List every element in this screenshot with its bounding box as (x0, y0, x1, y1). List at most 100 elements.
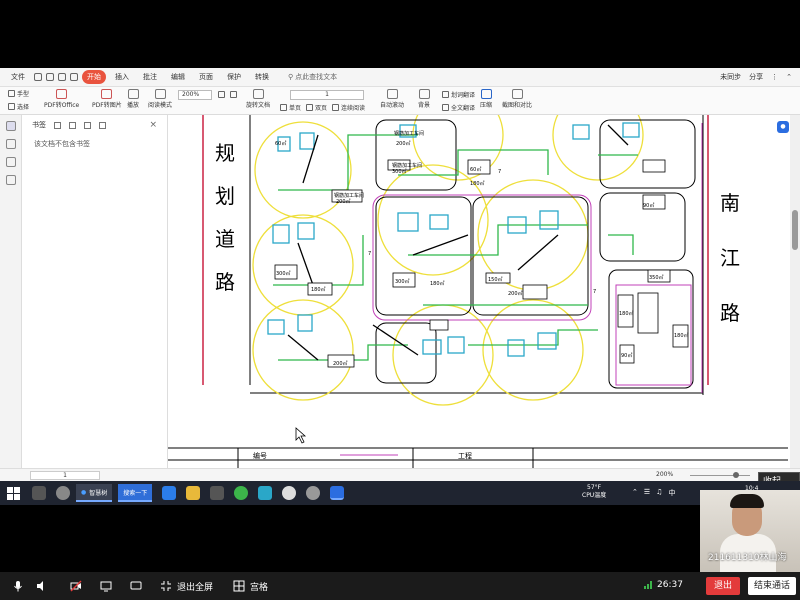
play-button[interactable]: 播放 (127, 89, 139, 109)
volume-icon[interactable]: ♫ (656, 488, 662, 498)
rotate-button[interactable]: 旋转文档 (246, 89, 270, 109)
thumbnail-icon[interactable] (5, 139, 16, 149)
input-language[interactable]: 中 (668, 488, 675, 498)
bookmark-option-icon[interactable] (99, 121, 106, 129)
road-right-char-1: 南 (720, 191, 740, 215)
delete-bookmark-icon[interactable] (84, 121, 91, 129)
menu-tab-home[interactable]: 开始 (82, 70, 106, 84)
more-icon[interactable]: ⋮ (771, 73, 778, 81)
camera-off-icon[interactable] (70, 580, 82, 592)
compress-label: 压缩 (480, 102, 493, 109)
speaker-icon[interactable] (36, 580, 48, 592)
menu-tab-page[interactable]: 页面 (194, 70, 218, 84)
continuous-icon (332, 104, 339, 111)
select-tool-button[interactable]: 选择 (8, 102, 29, 111)
hand-tool-button[interactable]: 手型 (8, 89, 29, 98)
share-button[interactable]: 分享 (749, 72, 763, 82)
signal-icon (644, 581, 652, 589)
participant-video[interactable]: 211611310林山海 (700, 490, 800, 572)
edge-browser-icon[interactable] (162, 486, 177, 500)
menu-tab-annotate[interactable]: 批注 (138, 70, 162, 84)
weather-widget[interactable]: 57°F CPU温度 (582, 484, 606, 500)
app-icon[interactable] (258, 486, 273, 500)
screenshot-compare-button[interactable]: 截图和对比 (502, 89, 532, 109)
taskbar-item-browser[interactable]: ● 智慧树 (76, 484, 113, 502)
drawing-label-2: 200㎡ (396, 140, 411, 147)
translate-word-button[interactable]: 划词翻译 (442, 90, 475, 99)
taskbar-item-browser-label: 智慧树 (89, 489, 108, 497)
zoom-out-button[interactable] (218, 91, 225, 98)
pdf-to-image-button[interactable]: PDF转图片 (92, 89, 122, 109)
print-icon[interactable] (46, 73, 54, 81)
end-call-button[interactable]: 结束通话 (748, 577, 796, 595)
taskbar-search-button[interactable]: 搜索一下 (118, 484, 153, 502)
grid-view-button[interactable]: 宫格 (250, 580, 268, 593)
rotate-label: 旋转文档 (246, 102, 271, 109)
compress-button[interactable]: 压缩 (480, 89, 492, 109)
drawing-label-16: 180㎡ (430, 280, 445, 287)
document-view[interactable]: 规 划 道 路 南 江 路 钢筋加工车间 200㎡ 60㎡ 钢筋加工车间 200… (168, 115, 788, 470)
save-icon[interactable] (34, 73, 42, 81)
zoom-select[interactable]: 200% (178, 90, 212, 100)
expand-bookmark-icon[interactable] (54, 121, 61, 129)
media-icon[interactable] (306, 486, 321, 500)
microphone-icon[interactable] (12, 580, 24, 592)
menu-tab-insert[interactable]: 插入 (110, 70, 134, 84)
exit-fullscreen-icon[interactable] (160, 580, 172, 592)
menu-tab-protect[interactable]: 保护 (222, 70, 246, 84)
drawing-label-8: 200㎡ (333, 360, 348, 367)
fan-app-icon[interactable] (56, 486, 70, 500)
drawing-label-21: 90㎡ (643, 202, 654, 209)
collapse-ribbon-icon[interactable]: ⌃ (786, 73, 792, 81)
redo-icon[interactable] (70, 73, 78, 81)
bookmark-empty-text: 该文档不包含书签 (34, 140, 90, 148)
bookmark-icon[interactable] (5, 121, 16, 131)
scrollbar-thumb[interactable] (792, 210, 798, 250)
auto-scroll-button[interactable]: 自动滚动 (380, 89, 404, 109)
task-view-icon[interactable] (32, 486, 46, 500)
double-page-button[interactable]: 双页 (306, 103, 327, 112)
undo-icon[interactable] (58, 73, 66, 81)
read-mode-button[interactable]: 阅读模式 (148, 89, 172, 109)
continuous-read-button[interactable]: 连续阅读 (332, 103, 365, 112)
chat-icon[interactable] (130, 580, 142, 592)
single-page-button[interactable]: 单页 (280, 103, 301, 112)
table-header-id: 编号 (253, 451, 267, 460)
full-translate-button[interactable]: 全文翻译 (442, 103, 475, 112)
windows-start-icon[interactable] (4, 484, 22, 502)
road-right-char-2: 江 (720, 246, 740, 270)
network-icon[interactable]: ☰ (644, 488, 650, 498)
status-page-input[interactable]: 1 (30, 471, 100, 480)
grid-icon[interactable] (233, 580, 245, 592)
leave-button[interactable]: 退出 (706, 577, 740, 595)
pdf-to-office-button[interactable]: PDF转Office (44, 89, 79, 109)
zoom-slider-knob[interactable] (733, 472, 739, 478)
qq-icon[interactable] (282, 486, 297, 500)
background-button[interactable]: 背景 (418, 89, 430, 109)
menu-tab-file[interactable]: 文件 (6, 70, 30, 84)
menu-tab-convert[interactable]: 转换 (250, 70, 274, 84)
tray-chevron-icon[interactable]: ⌃ (632, 488, 638, 498)
store-icon[interactable] (210, 486, 225, 500)
sync-status[interactable]: 未同步 (720, 72, 741, 82)
vertical-scrollbar[interactable] (790, 115, 800, 470)
zoom-slider[interactable] (690, 475, 750, 476)
drawing-label-23: 7 (498, 169, 501, 175)
drawing-label-6: 300㎡ (276, 270, 291, 277)
rotate-icon (252, 89, 264, 99)
chrome-icon[interactable] (234, 486, 249, 500)
weather-temp: 57°F (587, 484, 602, 491)
exit-fullscreen-button[interactable]: 退出全屏 (177, 580, 213, 593)
add-bookmark-icon[interactable] (69, 121, 76, 129)
menu-tab-edit[interactable]: 编辑 (166, 70, 190, 84)
wps-icon[interactable] (330, 486, 345, 500)
close-panel-icon[interactable]: × (149, 120, 157, 130)
share-screen-icon[interactable] (100, 580, 112, 592)
file-explorer-icon[interactable] (186, 486, 201, 500)
find-text-search[interactable]: ⚲ 点此查找文本 (288, 72, 337, 82)
assistant-badge-icon[interactable]: ● (777, 121, 789, 133)
zoom-in-button[interactable] (230, 91, 237, 98)
page-number-input[interactable]: 1 (290, 90, 364, 100)
annotation-icon[interactable] (5, 157, 16, 167)
attachment-icon[interactable] (5, 175, 16, 185)
